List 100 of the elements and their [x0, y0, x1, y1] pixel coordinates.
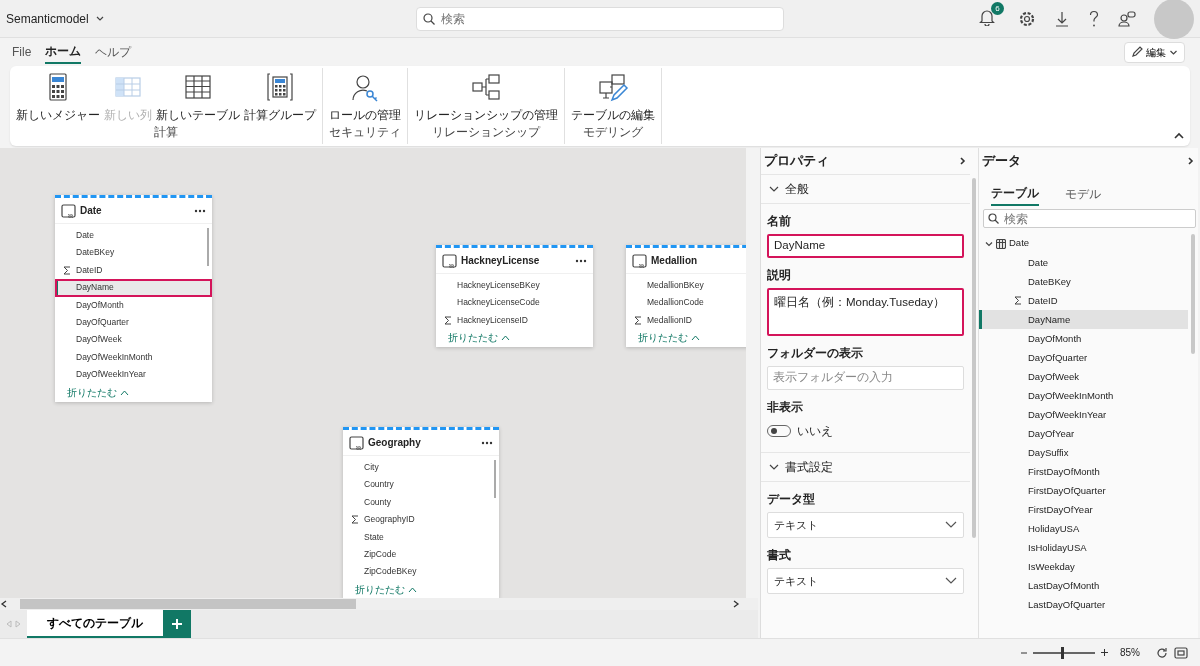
more-icon[interactable]: [194, 208, 206, 213]
column-row[interactable]: State: [343, 528, 499, 546]
tree-item[interactable]: DayOfQuarter: [979, 348, 1188, 367]
column-row[interactable]: County: [343, 493, 499, 512]
tree-item[interactable]: DayOfWeekInYear: [979, 405, 1188, 424]
ribbon-button[interactable]: ロールの管理: [327, 72, 403, 124]
panel-tab[interactable]: テーブル: [991, 182, 1039, 206]
expand-icon[interactable]: [1187, 157, 1195, 165]
column-row[interactable]: DayOfWeek: [55, 331, 212, 349]
chevron-up-icon: [691, 335, 700, 342]
section-header[interactable]: 全般: [761, 174, 970, 204]
ribbon-button[interactable]: 計算グループ: [242, 72, 318, 124]
ribbon-button[interactable]: 新しいテーブル: [154, 72, 242, 124]
column-row[interactable]: DayOfWeekInYear: [55, 366, 212, 384]
column-row[interactable]: Date: [55, 227, 212, 245]
column-row[interactable]: ZipCode: [343, 545, 499, 564]
column-row[interactable]: GeographyID: [343, 511, 499, 529]
ribbon-button[interactable]: 新しいメジャー: [14, 72, 102, 124]
column-row[interactable]: HackneyLicenseCode: [436, 294, 593, 312]
menu-tab[interactable]: ヘルプ: [95, 41, 132, 63]
tree-item[interactable]: LastDayOfMonth: [979, 576, 1188, 595]
scroll-right-icon[interactable]: [732, 600, 740, 608]
input-field[interactable]: DayName: [767, 234, 964, 258]
column-row[interactable]: DayOfMonth: [55, 296, 212, 314]
sum-icon: [351, 515, 359, 525]
tree-item[interactable]: DateBKey: [979, 272, 1188, 291]
scroll-left-icon[interactable]: [0, 600, 8, 608]
bell-icon[interactable]: [978, 7, 996, 26]
tree-item[interactable]: FirstDayOfMonth: [979, 462, 1188, 481]
people-icon[interactable]: [1118, 9, 1136, 28]
column-row[interactable]: City: [343, 459, 499, 477]
column-row[interactable]: HackneyLicenseID: [436, 311, 593, 330]
table-name: Medallion: [651, 254, 698, 268]
column-row[interactable]: DateBKey: [55, 244, 212, 262]
tree-item[interactable]: HolidayUSA: [979, 519, 1188, 538]
dropdown[interactable]: テキスト: [767, 512, 964, 538]
sum-icon: [444, 315, 452, 325]
menu-tab[interactable]: File: [12, 41, 32, 63]
calculator-icon: [264, 72, 296, 102]
column-row[interactable]: ZipCodeBKey: [343, 563, 499, 581]
layout-tab[interactable]: すべてのテーブル: [27, 610, 163, 638]
search-field[interactable]: 検索: [983, 209, 1196, 228]
edit-button[interactable]: 編集: [1124, 41, 1185, 63]
add-tab-button[interactable]: [163, 610, 191, 638]
collapse-link[interactable]: 折りたたむ: [343, 580, 499, 598]
tree-node[interactable]: Date: [979, 234, 1188, 253]
ribbon-button[interactable]: テーブルの編集: [569, 72, 657, 124]
section-header[interactable]: 書式設定: [761, 452, 970, 482]
table-name: Date: [80, 204, 102, 218]
tree-item[interactable]: DayOfMonth: [979, 329, 1188, 348]
column-row[interactable]: MedallionBKey: [626, 277, 747, 295]
collapse-link[interactable]: 折りたたむ: [55, 383, 212, 402]
description-field[interactable]: 曜日名（例：Monday.Tuseday）: [767, 288, 964, 336]
column-row[interactable]: DayOfWeekInMonth: [55, 348, 212, 367]
tree-item[interactable]: DayOfWeek: [979, 367, 1188, 386]
tree-item[interactable]: Date: [979, 253, 1188, 272]
collapse-link[interactable]: 折りたたむ: [436, 329, 593, 348]
collapse-link[interactable]: 折りたたむ: [626, 329, 747, 348]
table-card[interactable]: HackneyLicense HackneyLicenseBKey HackneyLicenseCode HackneyLicenseID 折りたたむ: [436, 245, 593, 348]
column-row[interactable]: MedallionID: [626, 311, 747, 330]
settings-icon[interactable]: [1018, 9, 1036, 28]
zoom-out-icon[interactable]: [1021, 649, 1027, 656]
dropdown[interactable]: テキスト: [767, 568, 964, 594]
panel-title: データ: [982, 152, 1021, 171]
column-row[interactable]: DayName: [55, 279, 212, 297]
panel-tab[interactable]: モデル: [1065, 182, 1101, 206]
tree-item[interactable]: DayOfWeekInMonth: [979, 386, 1188, 405]
chevron-up-icon[interactable]: [1174, 132, 1184, 140]
field-label: 名前: [767, 213, 792, 230]
column-row[interactable]: Country: [343, 476, 499, 494]
zoom-in-icon[interactable]: [1101, 649, 1108, 656]
more-icon[interactable]: [575, 258, 587, 263]
help-icon[interactable]: [1088, 9, 1100, 28]
table-card[interactable]: Medallion MedallionBKey MedallionCode MedallionID 折りたたむ: [626, 245, 747, 348]
scrollbar-thumb[interactable]: [20, 599, 356, 609]
more-icon[interactable]: [481, 440, 493, 445]
tree-item[interactable]: LastDayOfQuarter: [979, 595, 1188, 614]
tree-item[interactable]: DaySuffix: [979, 443, 1188, 462]
tree-item[interactable]: FirstDayOfYear: [979, 500, 1188, 519]
tree-item[interactable]: FirstDayOfQuarter: [979, 481, 1188, 500]
ribbon-button[interactable]: リレーションシップの管理: [412, 72, 560, 124]
fit-screen-icon[interactable]: [1174, 646, 1188, 659]
expand-icon[interactable]: [959, 157, 967, 165]
table-card[interactable]: Geography City Country County GeographyID State ZipCode ZipCodeBKey 折りたたむ: [343, 427, 499, 598]
table-card[interactable]: Date Date DateBKey DateID DayName DayOfMonth DayOfQuarter DayOfWeek DayOfWeekInMonth DayOfWeekInYear 折りたたむ: [55, 195, 212, 402]
menu-tab[interactable]: ホーム: [45, 40, 82, 64]
tree-item[interactable]: DayName: [979, 310, 1188, 329]
tree-item[interactable]: DateID: [979, 291, 1188, 310]
tree-item[interactable]: DayOfYear: [979, 424, 1188, 443]
column-row[interactable]: DayOfQuarter: [55, 313, 212, 332]
download-icon[interactable]: [1054, 9, 1070, 28]
field-label: フォルダーの表示: [767, 345, 864, 362]
refresh-icon[interactable]: [1156, 646, 1168, 659]
column-row[interactable]: HackneyLicenseBKey: [436, 277, 593, 295]
tree-item[interactable]: IsWeekday: [979, 557, 1188, 576]
input-field[interactable]: 表示フォルダーの入力: [767, 366, 964, 390]
column-row[interactable]: MedallionCode: [626, 294, 747, 312]
tree-item[interactable]: IsHolidayUSA: [979, 538, 1188, 557]
column-row[interactable]: DateID: [55, 261, 212, 280]
search-field[interactable]: 検索: [416, 6, 784, 31]
